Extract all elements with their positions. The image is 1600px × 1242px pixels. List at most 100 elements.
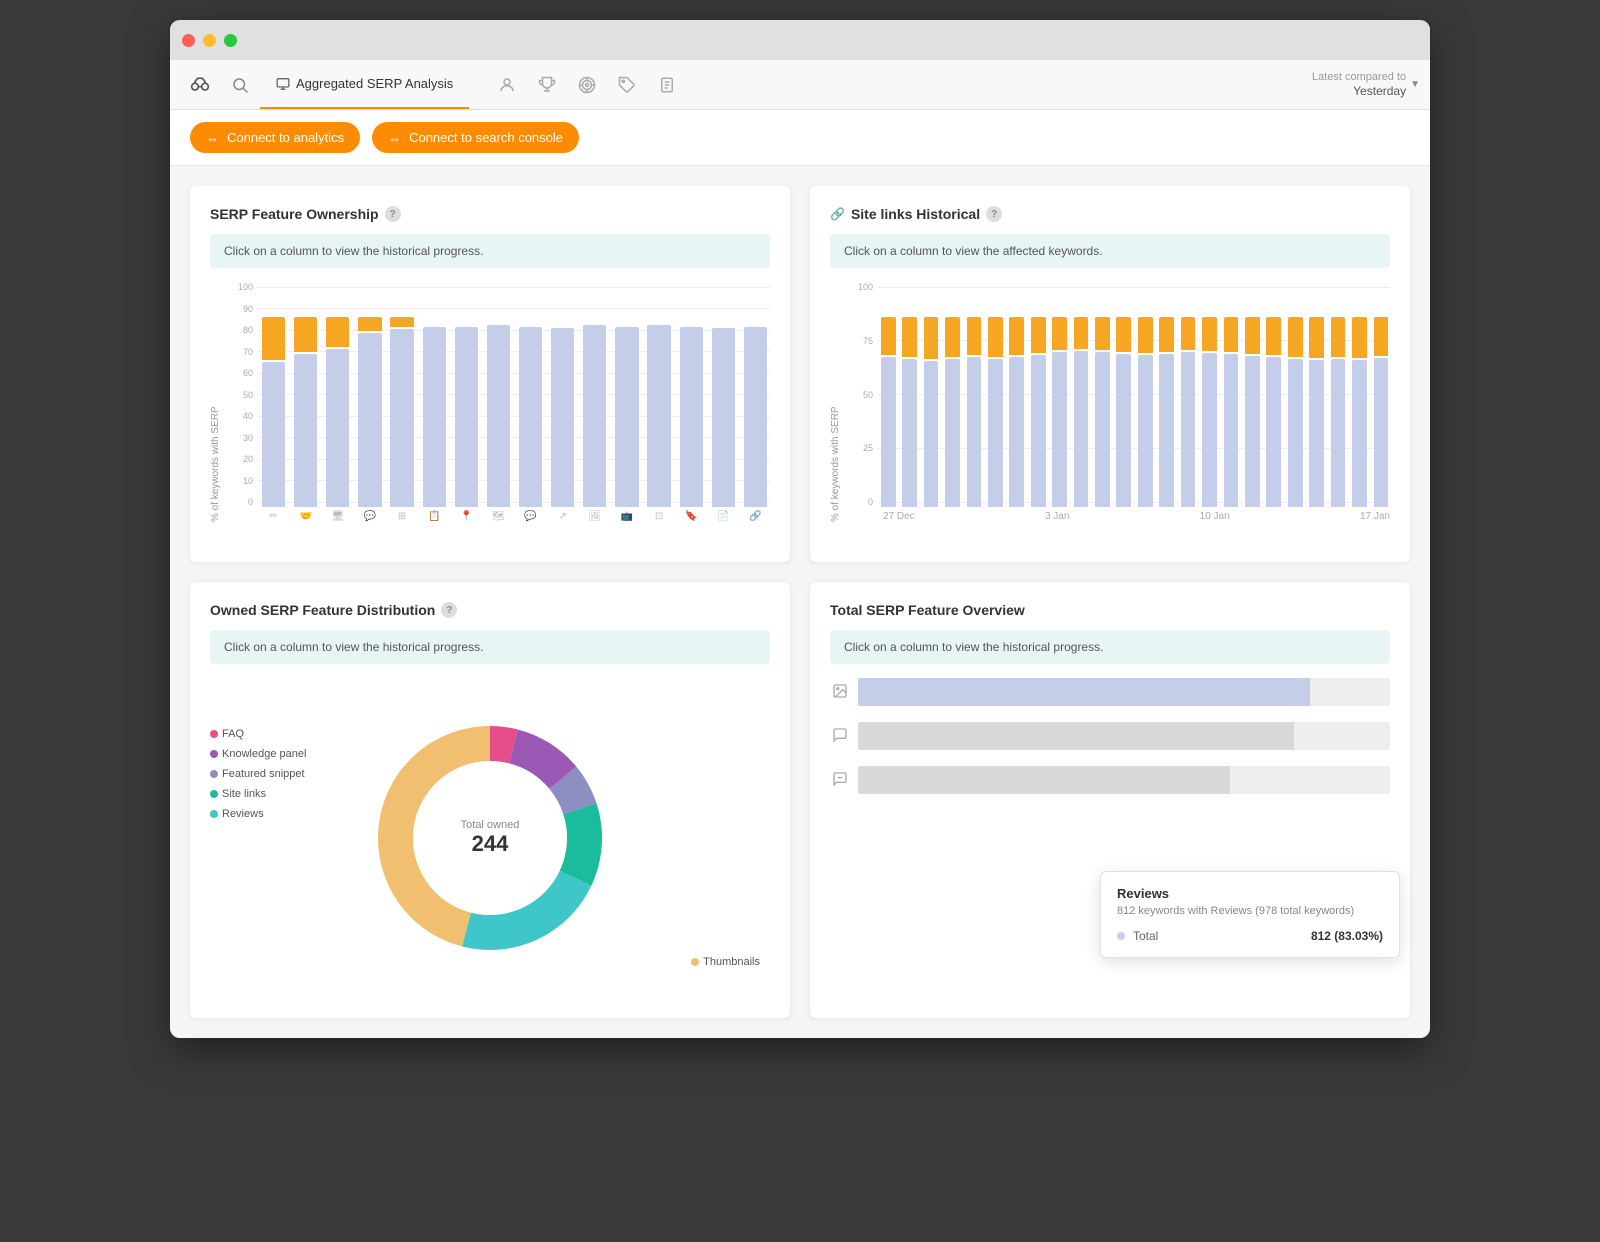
x-icon-4: ⊞ — [388, 511, 417, 522]
serp-ownership-help[interactable]: ? — [385, 206, 401, 222]
tooltip-card: Reviews 812 keywords with Reviews (978 t… — [1100, 871, 1400, 958]
close-button[interactable] — [182, 34, 195, 47]
connect-search-button[interactable]: ↔ Connect to search console — [372, 122, 579, 153]
title-bar — [170, 20, 1430, 60]
ownership-bar-0[interactable] — [259, 282, 288, 507]
sitelinks-bar-3[interactable] — [943, 282, 961, 507]
ownership-bar-6[interactable] — [452, 282, 481, 507]
hbar-row-chat[interactable] — [830, 766, 1390, 794]
distribution-help[interactable]: ? — [441, 602, 457, 618]
sitelinks-bar-19[interactable] — [1286, 282, 1304, 507]
ownership-bar-12[interactable] — [645, 282, 674, 507]
sitelinks-bar-13[interactable] — [1157, 282, 1175, 507]
donut-chart-container[interactable]: Total owned 244 FAQ Knowledge panel — [210, 678, 770, 998]
sitelinks-bar-16[interactable] — [1222, 282, 1240, 507]
serp-ownership-title: SERP Feature Ownership ? — [210, 206, 770, 222]
sitelinks-bar-14[interactable] — [1179, 282, 1197, 507]
x-icon-2: 🖥 — [323, 511, 352, 522]
ownership-bar-4[interactable] — [388, 282, 417, 507]
link-icon: 🔗 — [830, 207, 845, 221]
hbar-track-reviews — [858, 722, 1390, 750]
x-icon-1: 🤝 — [291, 511, 320, 522]
x-icon-3: 💬 — [355, 511, 384, 522]
comparison-label: Latest compared to Yesterday ▼ — [1312, 70, 1420, 100]
ownership-bar-13[interactable] — [677, 282, 706, 507]
sitelinks-bar-22[interactable] — [1350, 282, 1368, 507]
connect-analytics-button[interactable]: ↔ Connect to analytics — [190, 122, 360, 153]
image-icon — [830, 683, 850, 702]
hbar-track-image — [858, 678, 1390, 706]
user-icon[interactable] — [489, 67, 525, 103]
yesterday-label: Yesterday — [1312, 84, 1406, 100]
arrows-icon-2: ↔ — [388, 130, 401, 145]
sitelinks-bar-17[interactable] — [1243, 282, 1261, 507]
ownership-bar-11[interactable] — [612, 282, 641, 507]
x-icon-8: 💬 — [516, 511, 545, 522]
ownership-bar-14[interactable] — [709, 282, 738, 507]
hbar-row-reviews[interactable] — [830, 722, 1390, 750]
x-icon-15: 🔗 — [741, 511, 770, 522]
sitelinks-bar-5[interactable] — [986, 282, 1004, 507]
serp-ownership-chart[interactable]: % of keywords with SERP 100 90 80 70 60 … — [210, 282, 770, 542]
sitelinks-bar-12[interactable] — [1136, 282, 1154, 507]
sitelinks-bar-9[interactable] — [1072, 282, 1090, 507]
search-icon[interactable] — [220, 65, 260, 105]
sitelinks-bar-18[interactable] — [1265, 282, 1283, 507]
ownership-bar-7[interactable] — [484, 282, 513, 507]
sitelinks-bar-0[interactable] — [879, 282, 897, 507]
x-icon-14: 📄 — [709, 511, 738, 522]
date-labels: 27 Dec 3 Jan 10 Jan 17 Jan — [883, 511, 1390, 522]
x-icon-0: ✏ — [259, 511, 288, 522]
y-axis-label-1: % of keywords with SERP — [210, 282, 221, 522]
site-links-help[interactable]: ? — [986, 206, 1002, 222]
x-icon-9: ↗ — [548, 511, 577, 522]
tag-icon[interactable] — [609, 67, 645, 103]
sitelinks-bar-8[interactable] — [1050, 282, 1068, 507]
ownership-bar-8[interactable] — [516, 282, 545, 507]
total-overview-panel: Total SERP Feature Overview Click on a c… — [810, 582, 1410, 1018]
x-icon-12: ⊡ — [645, 511, 674, 522]
x-icon-7: 🗺 — [484, 511, 513, 522]
tooltip-row: Total 812 (83.03%) — [1117, 929, 1383, 943]
ownership-bar-5[interactable] — [420, 282, 449, 507]
sitelinks-bar-7[interactable] — [1029, 282, 1047, 507]
trophy-icon[interactable] — [529, 67, 565, 103]
ownership-bar-2[interactable] — [323, 282, 352, 507]
maximize-button[interactable] — [224, 34, 237, 47]
sitelinks-bar-4[interactable] — [965, 282, 983, 507]
aggregated-serp-tab[interactable]: Aggregated SERP Analysis — [260, 60, 469, 109]
ownership-bar-1[interactable] — [291, 282, 320, 507]
sitelinks-bar-1[interactable] — [900, 282, 918, 507]
ownership-bar-15[interactable] — [741, 282, 770, 507]
toolbar: ↔ Connect to analytics ↔ Connect to sear… — [170, 110, 1430, 166]
sitelinks-bar-10[interactable] — [1093, 282, 1111, 507]
latest-label: Latest compared to — [1312, 70, 1406, 84]
sitelinks-bar-15[interactable] — [1200, 282, 1218, 507]
horizontal-bars — [830, 678, 1390, 794]
hbar-track-chat — [858, 766, 1390, 794]
sitelinks-bar-2[interactable] — [922, 282, 940, 507]
ownership-bar-9[interactable] — [548, 282, 577, 507]
hbar-row-image[interactable] — [830, 678, 1390, 706]
nav-tools — [489, 67, 685, 103]
clipboard-icon[interactable] — [649, 67, 685, 103]
minimize-button[interactable] — [203, 34, 216, 47]
ownership-bar-3[interactable] — [355, 282, 384, 507]
ownership-bar-10[interactable] — [580, 282, 609, 507]
sitelinks-bar-20[interactable] — [1307, 282, 1325, 507]
target-icon[interactable] — [569, 67, 605, 103]
tooltip-dot — [1117, 932, 1125, 940]
binoculars-icon[interactable] — [180, 65, 220, 105]
sitelinks-bar-23[interactable] — [1372, 282, 1390, 507]
sitelinks-bar-21[interactable] — [1329, 282, 1347, 507]
site-links-chart[interactable]: % of keywords with SERP 100 75 50 25 0 — [830, 282, 1390, 542]
serp-ownership-panel: SERP Feature Ownership ? Click on a colu… — [190, 186, 790, 562]
dropdown-chevron[interactable]: ▼ — [1410, 78, 1420, 91]
total-overview-info: Click on a column to view the historical… — [830, 630, 1390, 664]
donut-svg — [350, 698, 630, 978]
main-window: Aggregated SERP Analysis — [170, 20, 1430, 1038]
sitelinks-bar-6[interactable] — [1008, 282, 1026, 507]
sitelinks-bar-11[interactable] — [1115, 282, 1133, 507]
x-icon-10: 🖼 — [580, 511, 609, 522]
site-links-info: Click on a column to view the affected k… — [830, 234, 1390, 268]
